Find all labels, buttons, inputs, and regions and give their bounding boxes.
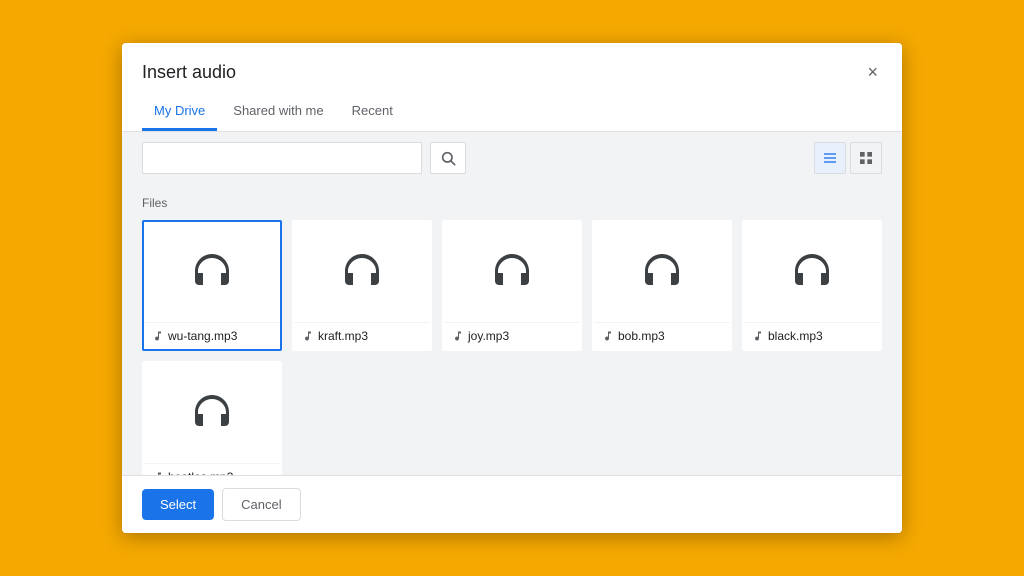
search-icon: [440, 150, 456, 166]
headphone-icon: [336, 246, 388, 298]
tab-recent[interactable]: Recent: [340, 93, 405, 131]
audio-file-icon: [152, 330, 164, 342]
dialog-header: Insert audio ×: [122, 43, 902, 85]
headphone-icon: [186, 246, 238, 298]
file-label: wu-tang.mp3: [144, 322, 280, 349]
cancel-button[interactable]: Cancel: [222, 488, 300, 521]
file-label: kraft.mp3: [294, 322, 430, 349]
view-toggle: [814, 142, 882, 174]
headphone-icon: [186, 387, 238, 439]
headphone-icon: [486, 246, 538, 298]
file-label: black.mp3: [744, 322, 880, 349]
files-grid: wu-tang.mp3 kraft.mp3: [142, 220, 882, 475]
search-button[interactable]: [430, 142, 466, 174]
list-view-button[interactable]: [814, 142, 846, 174]
grid-view-icon: [858, 150, 874, 166]
list-view-icon: [822, 150, 838, 166]
file-name: bob.mp3: [618, 329, 665, 343]
files-section-label: Files: [142, 196, 882, 210]
audio-file-icon: [452, 330, 464, 342]
headphone-icon: [786, 246, 838, 298]
grid-view-button[interactable]: [850, 142, 882, 174]
file-thumbnail: [294, 222, 430, 322]
file-thumbnail: [444, 222, 580, 322]
file-label: joy.mp3: [444, 322, 580, 349]
files-content: Files wu-tang.mp3: [122, 184, 902, 475]
file-card[interactable]: bob.mp3: [592, 220, 732, 351]
select-button[interactable]: Select: [142, 489, 214, 520]
file-card[interactable]: wu-tang.mp3: [142, 220, 282, 351]
close-button[interactable]: ×: [863, 59, 882, 85]
toolbar: [122, 132, 902, 184]
audio-file-icon: [302, 330, 314, 342]
file-card[interactable]: beatles.mp3: [142, 361, 282, 475]
file-label: bob.mp3: [594, 322, 730, 349]
file-label: beatles.mp3: [144, 463, 280, 475]
tab-my-drive[interactable]: My Drive: [142, 93, 217, 131]
file-name: kraft.mp3: [318, 329, 368, 343]
file-card[interactable]: kraft.mp3: [292, 220, 432, 351]
file-name: joy.mp3: [468, 329, 509, 343]
file-name: wu-tang.mp3: [168, 329, 237, 343]
tab-shared-with-me[interactable]: Shared with me: [221, 93, 335, 131]
headphone-icon: [636, 246, 688, 298]
dialog-footer: Select Cancel: [122, 475, 902, 533]
file-thumbnail: [144, 222, 280, 322]
file-card[interactable]: black.mp3: [742, 220, 882, 351]
search-input[interactable]: [142, 142, 422, 174]
file-thumbnail: [594, 222, 730, 322]
dialog-title: Insert audio: [142, 62, 236, 83]
file-thumbnail: [744, 222, 880, 322]
audio-file-icon: [752, 330, 764, 342]
insert-audio-dialog: Insert audio × My Drive Shared with me R…: [122, 43, 902, 533]
file-thumbnail: [144, 363, 280, 463]
file-card[interactable]: joy.mp3: [442, 220, 582, 351]
tabs-bar: My Drive Shared with me Recent: [122, 93, 902, 132]
file-name: black.mp3: [768, 329, 823, 343]
audio-file-icon: [602, 330, 614, 342]
